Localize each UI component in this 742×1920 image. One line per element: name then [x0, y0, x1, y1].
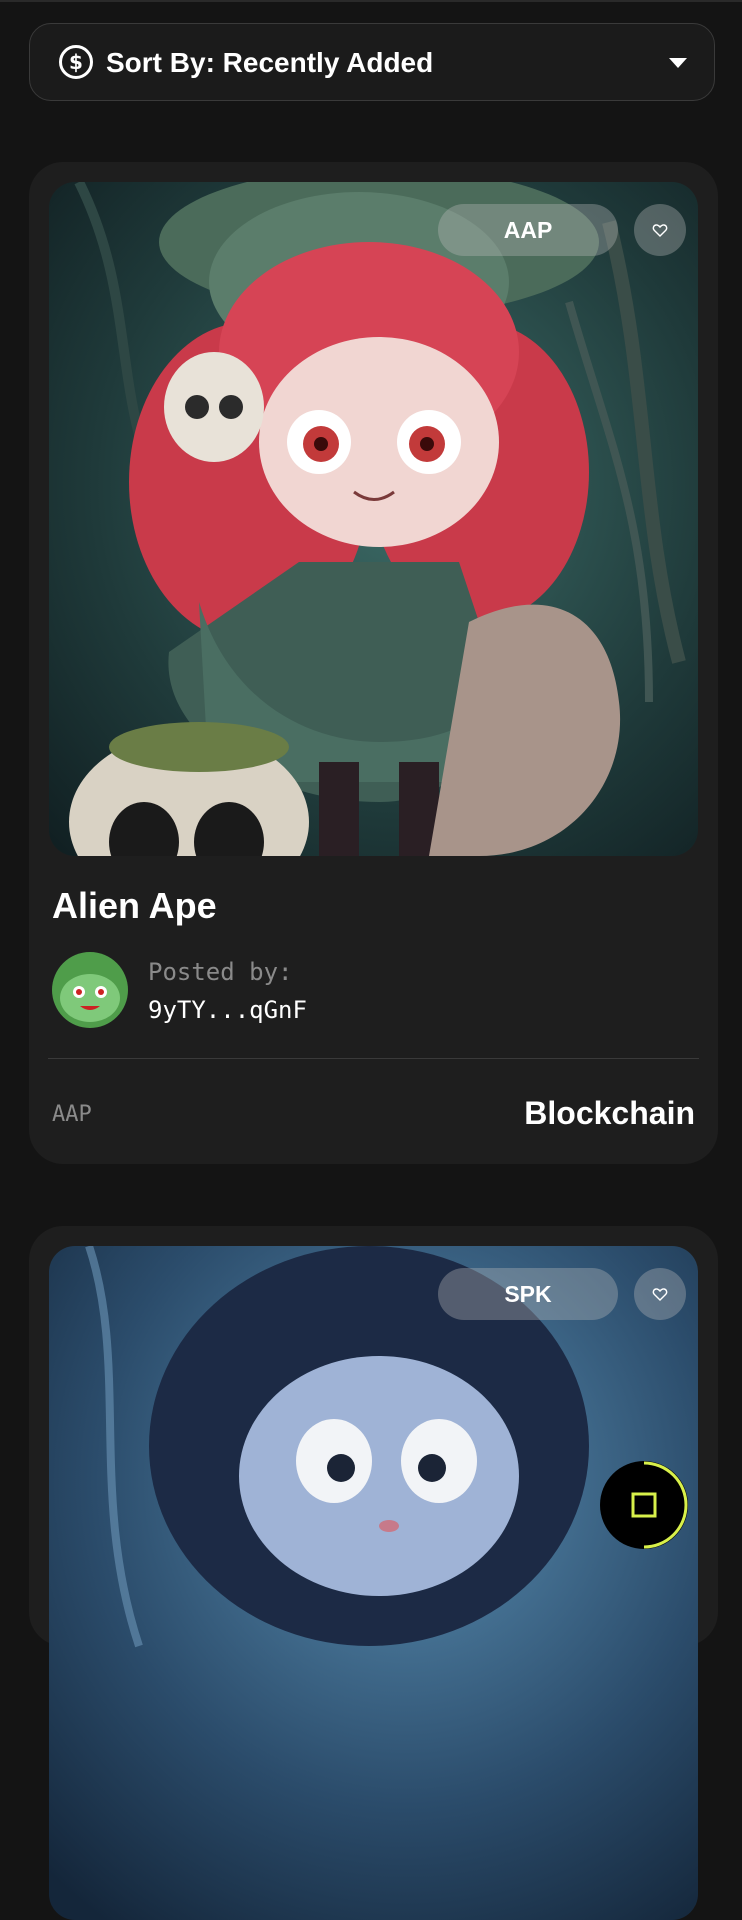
nft-card[interactable]: AAP Alien Ape Posted by: 9yTY...qGnF AAP…	[29, 162, 718, 1164]
token-tag: SPK	[438, 1268, 618, 1320]
token-symbol: AAP	[52, 1102, 92, 1127]
nft-card[interactable]: SPK	[29, 1226, 718, 1920]
nft-title: Alien Ape	[52, 885, 217, 926]
sort-dropdown[interactable]: $ Sort By: Recently Added	[29, 23, 715, 101]
favorite-button[interactable]	[634, 1268, 686, 1320]
floating-stop-button[interactable]	[600, 1461, 688, 1549]
posted-by-label: Posted by:	[148, 958, 293, 986]
avatar[interactable]	[52, 952, 128, 1028]
dollar-circle-icon: $	[59, 45, 93, 79]
chain-name: Blockchain	[524, 1095, 695, 1131]
heart-icon	[652, 224, 668, 237]
nft-artwork[interactable]: SPK	[49, 1246, 698, 1920]
favorite-button[interactable]	[634, 204, 686, 256]
wallet-address[interactable]: 9yTY...qGnF	[148, 996, 307, 1024]
sort-label: Sort By: Recently Added	[106, 47, 434, 78]
nft-artwork[interactable]: AAP	[49, 182, 698, 856]
token-tag: AAP	[438, 204, 618, 256]
heart-icon	[652, 1288, 668, 1301]
svg-text:$: $	[69, 50, 83, 74]
stop-square-icon	[631, 1461, 688, 1549]
top-edge	[0, 0, 742, 2]
divider	[48, 1058, 699, 1059]
chevron-down-icon[interactable]	[669, 58, 687, 68]
